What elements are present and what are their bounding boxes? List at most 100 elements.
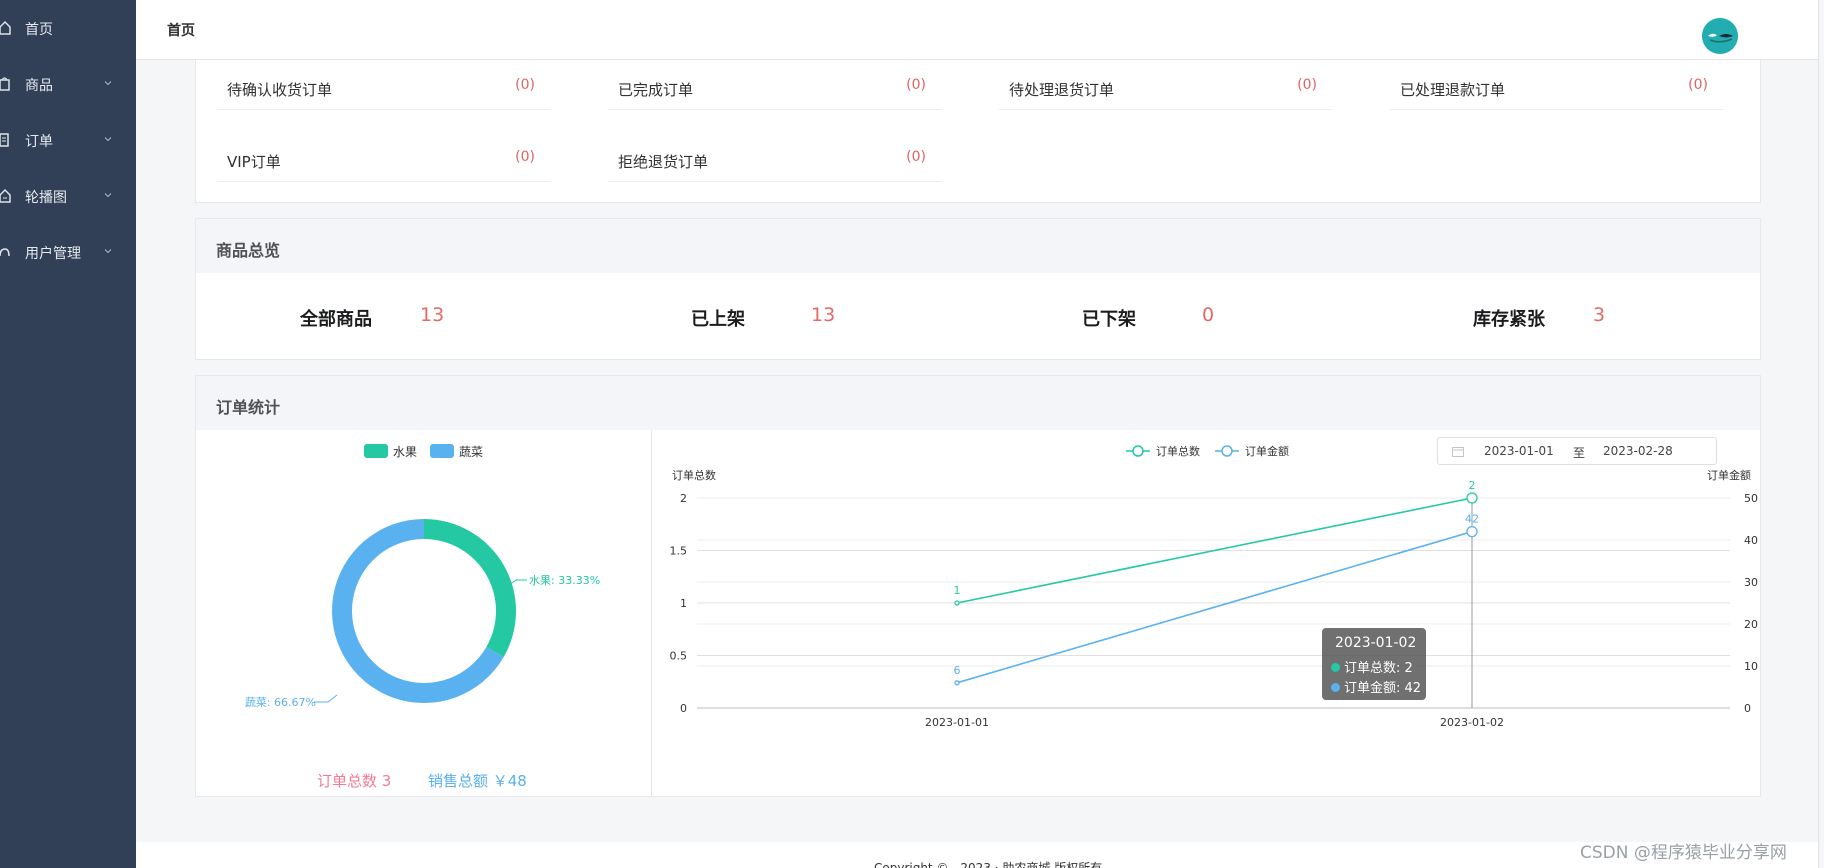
status-count: (0) bbox=[515, 149, 535, 165]
sidebar-item-home[interactable]: 首页 bbox=[0, 0, 136, 56]
legend-marker-orders[interactable] bbox=[1132, 445, 1144, 457]
sidebar-item-label: 订单 bbox=[25, 134, 53, 150]
status-item-vip[interactable]: VIP订单 (0) bbox=[217, 132, 551, 182]
pie-chart-pane: 水果 蔬菜 水果: 33.33% 蔬菜: 66.67% 订单总数 3 销售总额 … bbox=[196, 430, 652, 796]
product-stat-on-shelf: 已上架 13 bbox=[587, 303, 978, 333]
sidebar: 首页 商品 订单 轮播图 用户管理 bbox=[0, 0, 136, 868]
panel-title: 商品总览 bbox=[216, 241, 281, 260]
y-tick-left: 1.5 bbox=[670, 545, 688, 558]
y-tick-right: 20 bbox=[1744, 618, 1758, 631]
status-label: 已处理退款订单 bbox=[1400, 81, 1506, 99]
legend-label-orders[interactable]: 订单总数 bbox=[1156, 444, 1200, 458]
chevron-down-icon bbox=[104, 193, 112, 198]
stat-label: 已下架 bbox=[1082, 309, 1136, 330]
status-count: (0) bbox=[906, 77, 926, 93]
status-count: (0) bbox=[515, 77, 535, 93]
scroll-gutter bbox=[1818, 0, 1824, 868]
order-status-panel: 待确认收货订单 (0) 已完成订单 (0) 待处理退货订单 (0) 已处理退款订… bbox=[195, 60, 1761, 203]
status-count: (0) bbox=[1297, 77, 1317, 93]
status-item-pending-return[interactable]: 待处理退货订单 (0) bbox=[999, 60, 1333, 110]
line-chart: 订单总数 订单金额 订单总数 订单金额 00.511.5201020304050… bbox=[670, 444, 1759, 729]
status-label: 待处理退货订单 bbox=[1009, 81, 1115, 99]
sidebar-item-carousel[interactable]: 轮播图 bbox=[0, 168, 136, 224]
series-point bbox=[954, 600, 960, 606]
total-orders-text: 订单总数 3 bbox=[317, 772, 392, 790]
stat-label: 库存紧张 bbox=[1473, 309, 1545, 330]
user-icon bbox=[0, 248, 10, 257]
y-tick-left: 0.5 bbox=[670, 650, 688, 663]
total-sales-text: 销售总额 ￥48 bbox=[428, 772, 527, 790]
legend-label-amount[interactable]: 订单金额 bbox=[1245, 444, 1289, 458]
sidebar-item-label: 商品 bbox=[25, 78, 53, 94]
y-tick-right: 30 bbox=[1744, 576, 1758, 589]
status-label: 拒绝退货订单 bbox=[618, 153, 709, 171]
y-tick-right: 50 bbox=[1744, 492, 1758, 505]
status-label: 已完成订单 bbox=[618, 81, 694, 99]
panel-header: 商品总览 bbox=[196, 219, 1760, 273]
pie-label-fruit: 水果: 33.33% bbox=[529, 574, 600, 587]
sidebar-item-orders[interactable]: 订单 bbox=[0, 112, 136, 168]
product-stat-low-stock: 库存紧张 3 bbox=[1369, 303, 1760, 333]
page-title: 首页 bbox=[167, 23, 195, 39]
csdn-watermark: CSDN @程序猿毕业分享网 bbox=[1580, 843, 1787, 863]
chart-grid bbox=[697, 497, 1730, 709]
pie-chart: 水果: 33.33% 蔬菜: 66.67% bbox=[245, 519, 600, 709]
y-tick-right: 0 bbox=[1744, 702, 1751, 715]
stat-value: 3 bbox=[1593, 304, 1606, 326]
status-label: 待确认收货订单 bbox=[227, 81, 333, 99]
chevron-down-icon bbox=[104, 249, 112, 254]
stat-value: 0 bbox=[1202, 304, 1215, 326]
tooltip-line-orders: 订单总数: 2 bbox=[1344, 661, 1413, 676]
y-axis-title-right: 订单金额 bbox=[1707, 468, 1751, 482]
panel-title: 订单统计 bbox=[216, 398, 281, 417]
order-stats-panel: 订单统计 水果 蔬菜 水果: 33.33% 蔬菜: 66.67% 订单总数 3 … bbox=[195, 375, 1761, 797]
pie-label-line-veg bbox=[314, 694, 338, 703]
tooltip-dot-amount bbox=[1331, 683, 1340, 692]
pie-label-veg: 蔬菜: 66.67% bbox=[245, 696, 316, 709]
y-tick-left: 0 bbox=[680, 702, 687, 715]
carousel-icon bbox=[0, 188, 11, 203]
avatar-image-icon bbox=[1702, 18, 1738, 54]
chevron-down-icon bbox=[104, 137, 112, 142]
sidebar-item-label: 轮播图 bbox=[25, 190, 67, 206]
product-stat-off-shelf: 已下架 0 bbox=[978, 303, 1369, 333]
series-point bbox=[1466, 525, 1478, 538]
status-item-refunded[interactable]: 已处理退款订单 (0) bbox=[1390, 60, 1724, 110]
data-label: 1 bbox=[954, 584, 961, 597]
stat-value: 13 bbox=[420, 304, 445, 326]
series-point bbox=[954, 680, 960, 686]
product-stat-all: 全部商品 13 bbox=[196, 303, 587, 333]
avatar[interactable] bbox=[1702, 18, 1738, 54]
product-overview-panel: 商品总览 全部商品 13 已上架 13 已下架 0 库存紧张 3 bbox=[195, 218, 1761, 360]
sidebar-item-goods[interactable]: 商品 bbox=[0, 56, 136, 112]
series-point bbox=[1466, 492, 1478, 504]
line-chart-pane: 2023-01-01 至 2023-02-28 订单总数 订单金额 订单总数 订… bbox=[652, 430, 1760, 796]
status-count: (0) bbox=[906, 149, 926, 165]
tooltip-line-amount: 订单金额: 42 bbox=[1344, 681, 1422, 696]
stat-label: 已上架 bbox=[691, 309, 745, 330]
x-tick-label: 2023-01-02 bbox=[1440, 716, 1504, 729]
legend-marker-amount[interactable] bbox=[1221, 445, 1233, 457]
sidebar-item-label: 首页 bbox=[25, 22, 53, 38]
sidebar-item-users[interactable]: 用户管理 bbox=[0, 224, 136, 280]
goods-icon bbox=[0, 77, 10, 91]
line-legend: 订单总数 订单金额 bbox=[1126, 444, 1289, 458]
stat-label: 全部商品 bbox=[300, 309, 372, 330]
status-count: (0) bbox=[1688, 77, 1708, 93]
x-tick-label: 2023-01-01 bbox=[925, 716, 989, 729]
data-label: 42 bbox=[1465, 513, 1479, 526]
y-tick-right: 10 bbox=[1744, 660, 1758, 673]
status-label: VIP订单 bbox=[227, 153, 281, 171]
pie-slice-fruit[interactable] bbox=[424, 519, 516, 657]
home-icon bbox=[0, 20, 11, 35]
tooltip-title: 2023-01-02 bbox=[1335, 635, 1417, 651]
status-item-rejected-return[interactable]: 拒绝退货订单 (0) bbox=[608, 132, 942, 182]
y-tick-left: 1 bbox=[680, 597, 687, 610]
panel-header: 订单统计 bbox=[196, 376, 1760, 430]
tooltip-dot-orders bbox=[1331, 663, 1340, 672]
status-item-pending-receipt[interactable]: 待确认收货订单 (0) bbox=[217, 60, 551, 110]
status-item-completed[interactable]: 已完成订单 (0) bbox=[608, 60, 942, 110]
stat-value: 13 bbox=[811, 304, 836, 326]
top-header: 首页 bbox=[136, 0, 1824, 60]
order-icon bbox=[0, 133, 9, 147]
